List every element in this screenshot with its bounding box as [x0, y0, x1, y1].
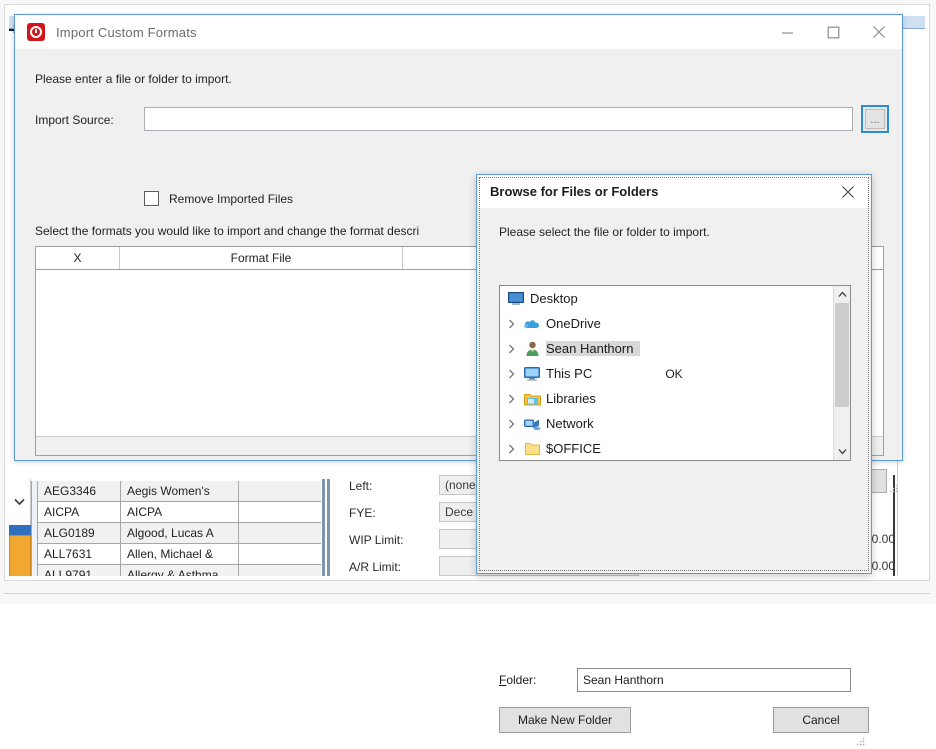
import-dialog-resize-grip[interactable]: [888, 482, 898, 493]
import-dialog-title: Import Custom Formats: [56, 24, 197, 40]
folder-name-input[interactable]: [577, 668, 851, 692]
client-row-tail: [239, 565, 321, 577]
cancel-button[interactable]: Cancel: [773, 707, 869, 733]
table-row[interactable]: AEG3346 Aegis Women's: [38, 480, 321, 502]
client-id: ALL9791: [38, 564, 121, 576]
client-id: ALG0189: [38, 522, 121, 544]
table-row[interactable]: ALL9791 Allergy & Asthma: [38, 564, 321, 577]
table-row[interactable]: AICPA AICPA: [38, 501, 321, 523]
grid-left-separator: [31, 481, 38, 576]
import-select-formats-text: Select the formats you would like to imp…: [35, 224, 420, 238]
background-grid-scroll-down[interactable]: [9, 479, 31, 525]
background-client-grid[interactable]: AEG3346 Aegis Women's AICPA AICPA ALG018…: [31, 480, 321, 577]
window-controls: [764, 16, 902, 49]
client-id: ALL7631: [38, 543, 121, 565]
field-label: A/R Limit:: [349, 560, 402, 574]
splitter-bar-right: [327, 479, 330, 576]
maximize-button[interactable]: [810, 16, 856, 49]
browse-ellipsis-button[interactable]: ...: [861, 105, 889, 133]
import-dialog-titlebar[interactable]: Import Custom Formats: [15, 15, 902, 49]
field-label: WIP Limit:: [349, 533, 404, 547]
cancel-button-label: Cancel: [802, 713, 840, 727]
bottom-divider: [4, 593, 930, 594]
ok-button-label: OK: [479, 177, 869, 571]
column-header-format-file[interactable]: Format File: [120, 247, 403, 269]
column-header-x[interactable]: X: [36, 247, 120, 269]
folder-field-label: Folder:: [499, 673, 537, 687]
client-row-tail: [239, 502, 321, 523]
client-row-tail: [239, 481, 321, 502]
client-row-tail: [239, 523, 321, 544]
client-name: AICPA: [121, 501, 239, 523]
table-row[interactable]: ALG0189 Algood, Lucas A: [38, 522, 321, 544]
client-name: Algood, Lucas A: [121, 522, 239, 544]
field-label: Left:: [349, 479, 373, 493]
resize-grip-icon: [856, 737, 865, 746]
minimize-icon: [781, 31, 793, 34]
close-button[interactable]: [856, 16, 902, 49]
table-row[interactable]: ALL7631 Allen, Michael &: [38, 543, 321, 565]
resize-grip-icon: [889, 484, 898, 493]
client-name: Allergy & Asthma: [121, 564, 239, 576]
make-new-folder-label: Make New Folder: [517, 713, 613, 727]
browse-for-files-or-folders-dialog: Browse for Files or Folders Please selec…: [476, 174, 872, 746]
remove-imported-files-row[interactable]: Remove Imported Files: [144, 191, 293, 206]
client-row-tail: [239, 544, 321, 565]
maximize-icon: [827, 26, 839, 38]
folder-label-rest: older:: [506, 673, 537, 687]
close-icon: [873, 26, 885, 38]
background-selection-band: [9, 525, 31, 535]
remove-imported-files-label: Remove Imported Files: [169, 191, 294, 206]
import-source-label: Import Source:: [35, 113, 114, 127]
client-name: Allen, Michael &: [121, 543, 239, 565]
background-highlight-band: [9, 535, 31, 576]
ok-button[interactable]: OK: [477, 175, 869, 571]
import-source-input[interactable]: [144, 107, 853, 131]
splitter-bar-left: [322, 479, 325, 576]
browse-dialog-resize-grip[interactable]: [855, 735, 865, 746]
field-label: FYE:: [349, 506, 376, 520]
app-clock-icon: [27, 23, 45, 41]
import-hint-text: Please enter a file or folder to import.: [35, 72, 232, 86]
client-name: Aegis Women's: [121, 480, 239, 502]
background-splitter[interactable]: [321, 479, 333, 576]
make-new-folder-button[interactable]: Make New Folder: [499, 707, 631, 733]
remove-imported-files-checkbox[interactable]: [144, 191, 159, 206]
client-id: AICPA: [38, 501, 121, 523]
chevron-down-icon: [14, 498, 25, 506]
client-id: AEG3346: [38, 480, 121, 502]
page-frame: AEG3346 Aegis Women's AICPA AICPA ALG018…: [0, 0, 936, 746]
browse-button-label: ...: [865, 109, 885, 129]
minimize-button[interactable]: [764, 16, 810, 49]
